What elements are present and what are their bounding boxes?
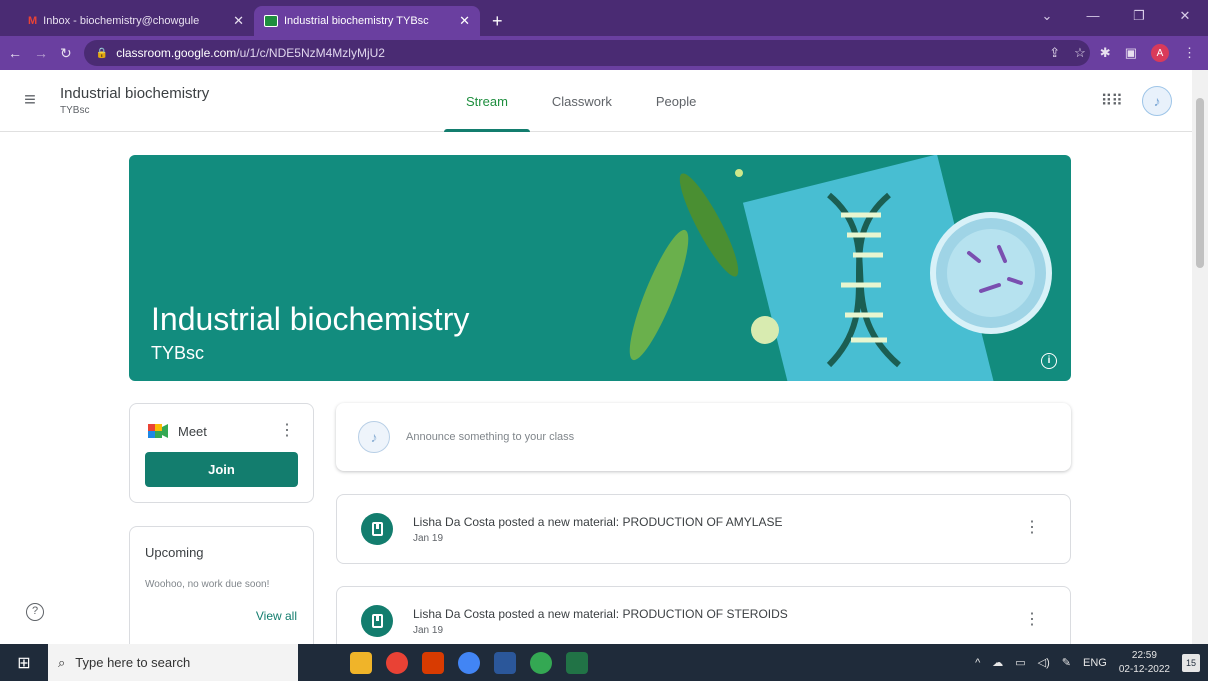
classroom-icon	[264, 15, 278, 27]
volume-icon[interactable]: ◁)	[1038, 656, 1050, 669]
browser-menu-icon[interactable]: ⋮	[1183, 45, 1196, 61]
more-options-icon[interactable]: ⋮	[1024, 517, 1040, 537]
banner-illustration	[629, 155, 1052, 381]
banner-title: Industrial biochemistry	[151, 301, 470, 337]
more-options-icon[interactable]: ⋮	[279, 420, 295, 440]
show-hidden-icons-icon[interactable]: ^	[975, 657, 980, 669]
tab-label: Inbox - biochemistry@chowgule	[43, 15, 200, 27]
back-icon[interactable]: ←	[8, 45, 22, 61]
main-menu-icon[interactable]: ≡	[0, 89, 60, 112]
scrollbar-thumb[interactable]	[1196, 98, 1204, 268]
new-tab-button[interactable]: +	[492, 6, 503, 36]
close-tab-icon[interactable]: ✕	[459, 13, 470, 29]
toolbar-actions: ⇪ ☆ ✱ ▣ A ⋮	[1049, 36, 1196, 70]
url-host: classroom.google.com	[116, 46, 237, 60]
join-meet-button[interactable]: Join	[145, 452, 298, 487]
notifications-icon[interactable]: 15	[1182, 653, 1200, 672]
close-tab-icon[interactable]: ✕	[233, 13, 244, 29]
meet-title: Meet	[178, 424, 207, 439]
chrome-app-icon[interactable]	[530, 651, 552, 674]
stream-post[interactable]: Lisha Da Costa posted a new material: PR…	[336, 586, 1071, 644]
lock-icon: 🔒	[95, 47, 109, 59]
material-icon	[361, 513, 393, 545]
browser-tab-inbox[interactable]: M Inbox - biochemistry@chowgule ✕	[18, 6, 254, 36]
taskbar-search[interactable]: ⌕ Type here to search	[48, 644, 298, 681]
announce-placeholder: Announce something to your class	[406, 431, 575, 443]
address-bar[interactable]: 🔒 classroom.google.com/u/1/c/NDE5NzM4Mzl…	[83, 40, 1090, 66]
material-icon	[361, 605, 393, 637]
google-apps-icon[interactable]: ⠿⠿	[1101, 91, 1123, 111]
upcoming-card: Upcoming Woohoo, no work due soon! View …	[129, 526, 314, 644]
search-icon: ⌕	[58, 654, 66, 670]
maximize-icon[interactable]: ❐	[1116, 0, 1162, 36]
browser-tab-classroom[interactable]: Industrial biochemistry TYBsc ✕	[254, 6, 480, 36]
clock-date: 02-12-2022	[1118, 663, 1170, 675]
class-section: TYBsc	[60, 105, 90, 116]
browser-tab-strip: M Inbox - biochemistry@chowgule ✕ Indust…	[0, 0, 1208, 36]
clock[interactable]: 22:59 02-12-2022	[1119, 649, 1170, 677]
taskbar-search-placeholder: Type here to search	[75, 655, 191, 670]
tab-stream[interactable]: Stream	[444, 70, 530, 132]
post-date: Jan 19	[413, 625, 444, 636]
windows-taskbar: ⊞ ⌕ Type here to search ^ ☁ ▭ ◁) ✎ ENG 2…	[0, 644, 1208, 681]
tab-people[interactable]: People	[634, 70, 718, 132]
network-icon[interactable]: ▭	[1015, 656, 1025, 669]
view-all-link[interactable]: View all	[256, 609, 297, 623]
meet-logo-icon	[148, 424, 168, 438]
meet-card: Meet ⋮ Join	[129, 403, 314, 503]
classroom-page: ≡ Industrial biochemistry TYBsc Stream C…	[0, 70, 1208, 644]
info-icon[interactable]: i	[1041, 353, 1057, 369]
browser-toolbar: ← → ↻ 🔒 classroom.google.com/u/1/c/NDE5N…	[0, 36, 1208, 70]
word-icon[interactable]	[494, 651, 516, 674]
stream-post[interactable]: Lisha Da Costa posted a new material: PR…	[336, 494, 1071, 564]
share-icon[interactable]: ⇪	[1049, 45, 1060, 61]
class-nav-tabs: Stream Classwork People	[444, 70, 718, 132]
announce-box[interactable]: ♪ Announce something to your class	[336, 403, 1071, 471]
tab-search-icon[interactable]: ⌄	[1024, 0, 1070, 36]
minimize-icon[interactable]: —	[1070, 0, 1116, 36]
file-explorer-icon[interactable]	[350, 651, 372, 674]
profile-avatar[interactable]: A	[1151, 44, 1169, 62]
url-path: /u/1/c/NDE5NzM4MzlyMjU2	[236, 46, 385, 60]
bookmark-star-icon[interactable]: ☆	[1074, 45, 1086, 61]
upcoming-title: Upcoming	[145, 545, 204, 560]
chrome-icon[interactable]	[386, 651, 408, 674]
more-options-icon[interactable]: ⋮	[1024, 609, 1040, 629]
help-icon[interactable]: ?	[26, 603, 44, 621]
onedrive-icon[interactable]: ☁	[992, 656, 1003, 669]
extensions-icon[interactable]: ✱	[1100, 45, 1111, 61]
page-scrollbar[interactable]	[1192, 70, 1208, 644]
upcoming-empty-text: Woohoo, no work due soon!	[145, 579, 270, 590]
class-banner: Industrial biochemistry TYBsc i	[129, 155, 1071, 381]
windows-start-icon[interactable]: ⊞	[0, 653, 48, 673]
clock-time: 22:59	[1131, 649, 1157, 661]
class-title-block[interactable]: Industrial biochemistry TYBsc	[60, 85, 209, 116]
gmail-icon: M	[28, 15, 38, 27]
banner-subtitle: TYBsc	[151, 343, 205, 363]
tab-label: Industrial biochemistry TYBsc	[284, 15, 429, 27]
post-title: Lisha Da Costa posted a new material: PR…	[413, 607, 788, 621]
window-controls: ⌄ — ❐ ✕	[1024, 0, 1208, 36]
chrome-profile-icon[interactable]	[458, 651, 480, 674]
tab-classwork[interactable]: Classwork	[530, 70, 634, 132]
reload-icon[interactable]: ↻	[60, 45, 72, 62]
close-window-icon[interactable]: ✕	[1162, 0, 1208, 36]
office-icon[interactable]	[422, 651, 444, 674]
pinned-apps	[350, 651, 588, 674]
post-date: Jan 19	[413, 533, 444, 544]
pen-icon[interactable]: ✎	[1062, 656, 1071, 669]
user-avatar: ♪	[358, 421, 390, 453]
language-indicator[interactable]: ENG	[1083, 657, 1107, 669]
post-title: Lisha Da Costa posted a new material: PR…	[413, 515, 783, 529]
class-name: Industrial biochemistry	[60, 85, 210, 102]
user-avatar[interactable]: ♪	[1142, 86, 1172, 116]
forward-icon[interactable]: →	[34, 45, 48, 61]
excel-icon[interactable]	[566, 651, 588, 674]
class-header: ≡ Industrial biochemistry TYBsc Stream C…	[0, 70, 1208, 132]
side-panel-icon[interactable]: ▣	[1125, 45, 1137, 61]
system-tray: ^ ☁ ▭ ◁) ✎ ENG 22:59 02-12-2022 15	[975, 644, 1200, 681]
header-actions: ⠿⠿ ♪	[1101, 86, 1172, 116]
